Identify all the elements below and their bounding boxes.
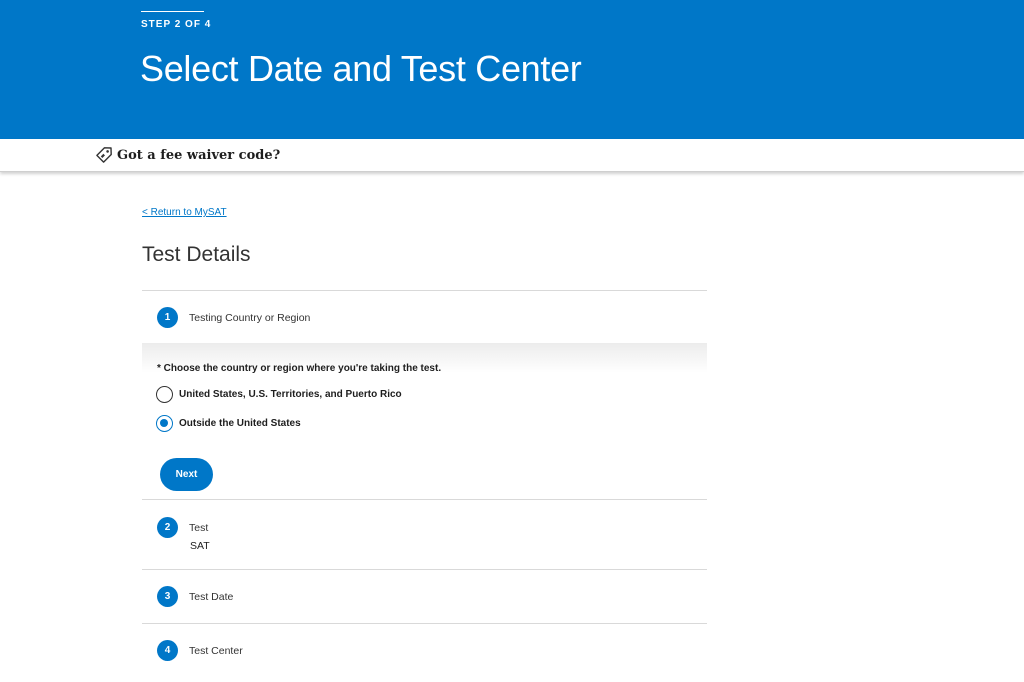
radio-button-selected[interactable] [156, 415, 173, 432]
radio-option-outside-us[interactable]: Outside the United States [156, 415, 301, 432]
radio-label: Outside the United States [179, 418, 301, 429]
section-title: Test Details [142, 243, 251, 266]
step-number: 2 [157, 517, 178, 538]
step-indicator: STEP 2 OF 4 [141, 19, 212, 30]
step-value: SAT [190, 540, 210, 552]
step-name: Test Center [189, 645, 243, 657]
step-test-date[interactable]: 3 Test Date [142, 569, 707, 623]
radio-label: United States, U.S. Territories, and Pue… [179, 389, 402, 400]
page-header: STEP 2 OF 4 Select Date and Test Center [0, 0, 1024, 139]
return-to-mysat-link[interactable]: < Return to MySAT [142, 207, 227, 218]
next-button[interactable]: Next [160, 458, 213, 491]
fee-waiver-bar: Got a fee waiver code? [0, 139, 1024, 172]
step-country[interactable]: 1 Testing Country or Region [142, 290, 707, 343]
fee-waiver-link[interactable]: Got a fee waiver code? [95, 146, 280, 164]
country-prompt: * Choose the country or region where you… [157, 363, 442, 374]
country-selection-panel: * Choose the country or region where you… [142, 343, 707, 499]
step-test-center[interactable]: 4 Test Center [142, 623, 707, 677]
radio-option-us[interactable]: United States, U.S. Territories, and Pue… [156, 386, 402, 403]
step-number: 1 [157, 307, 178, 328]
test-details-steps: 1 Testing Country or Region * Choose the… [142, 290, 707, 677]
step-divider [141, 11, 204, 12]
tag-icon [95, 146, 113, 164]
step-number: 3 [157, 586, 178, 607]
radio-button[interactable] [156, 386, 173, 403]
step-number: 4 [157, 640, 178, 661]
step-name: Testing Country or Region [189, 312, 311, 324]
page-title: Select Date and Test Center [140, 48, 582, 89]
fee-waiver-label: Got a fee waiver code? [117, 147, 281, 163]
step-name: Test Date [189, 591, 234, 603]
step-test[interactable]: 2 Test SAT [142, 499, 707, 569]
step-name: Test [189, 522, 209, 534]
